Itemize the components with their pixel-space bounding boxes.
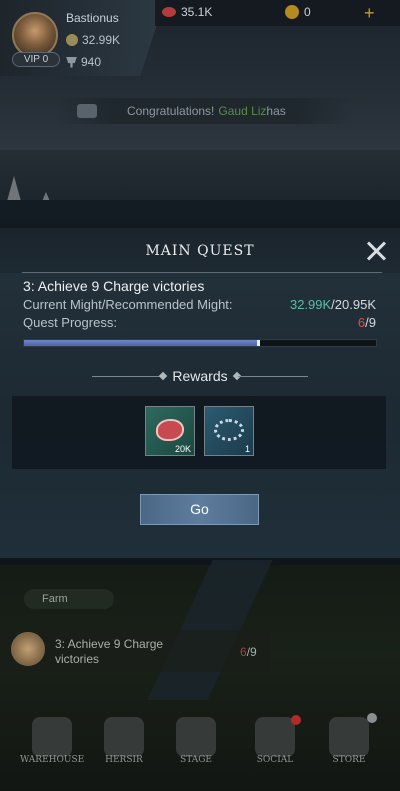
nav-hersir[interactable]: HERSIR xyxy=(92,705,156,791)
gold-value: 0 xyxy=(304,5,311,19)
might-icon xyxy=(66,34,78,46)
meat-resource[interactable]: 35.1K xyxy=(162,5,212,19)
announcement-suffix: has xyxy=(266,104,286,118)
current-might: 32.99K xyxy=(289,297,332,312)
announcement-prefix: Congratulations! xyxy=(127,104,215,118)
progress-total: /9 xyxy=(365,315,376,330)
social-horn-icon xyxy=(255,717,295,757)
quest-tracker-progress-total: /9 xyxy=(246,645,257,659)
close-icon[interactable] xyxy=(362,236,392,266)
quest-name: 3: Achieve 9 Charge victories xyxy=(23,278,205,294)
rewards-strip xyxy=(12,396,386,469)
farm-label[interactable]: Farm xyxy=(24,589,114,609)
gold-resource[interactable]: 0 xyxy=(285,5,311,19)
trophy-value: 940 xyxy=(81,55,102,69)
reward-count: 20K xyxy=(174,444,191,454)
quest-progress-bar xyxy=(23,339,377,347)
hersir-helmet-icon xyxy=(104,717,144,757)
announcement-player: Gaud Liz xyxy=(218,104,267,118)
modal-title: MAIN QUEST xyxy=(145,243,255,259)
might-display: 32.99K xyxy=(66,33,120,47)
longship-icon xyxy=(176,717,216,757)
quest-progress-fill xyxy=(24,340,260,346)
chain-icon xyxy=(214,419,244,441)
store-chest-icon xyxy=(329,717,369,757)
nav-label: HERSIR xyxy=(105,755,143,765)
meat-value: 35.1K xyxy=(181,5,213,19)
scroll-icon xyxy=(77,104,97,118)
nav-warehouse[interactable]: WAREHOUSE xyxy=(20,705,84,791)
quest-tracker-progress: 6/9 xyxy=(240,645,257,659)
warehouse-icon xyxy=(32,717,72,757)
nav-label: STORE xyxy=(332,755,366,765)
quest-tracker-avatar xyxy=(11,632,45,666)
trophy-icon xyxy=(66,56,77,68)
top-hud: VIP 0 Bastionus 32.99K 940 35.1K 0 + xyxy=(0,0,400,80)
trophy-display: 940 xyxy=(66,55,101,69)
might-comparison: 32.99K/20.95K xyxy=(290,297,376,312)
go-button[interactable]: Go xyxy=(140,494,259,525)
reward-count: 1 xyxy=(244,444,250,454)
quest-tracker-progress-current: 6 xyxy=(240,645,247,659)
notification-badge-icon xyxy=(291,715,301,725)
nav-social[interactable]: SOCIAL xyxy=(243,705,307,791)
recommended-might: /20.95K xyxy=(331,297,376,312)
ornament-line-right xyxy=(238,376,308,377)
bottom-nav: WAREHOUSE HERSIR STAGE SOCIAL STORE xyxy=(0,705,400,791)
nav-label: STAGE xyxy=(180,755,212,765)
announcement-banner: Congratulations! Gaud Liz has xyxy=(55,98,355,124)
meat-icon xyxy=(162,7,176,17)
nav-stage[interactable]: STAGE xyxy=(164,705,228,791)
reward-chain[interactable]: 1 xyxy=(204,406,254,456)
quest-tracker-text: 3: Achieve 9 Charge victories xyxy=(55,637,164,666)
add-resource-button[interactable]: + xyxy=(364,3,375,24)
coin-icon xyxy=(285,5,299,19)
nav-store[interactable]: STORE xyxy=(317,705,381,791)
player-name: Bastionus xyxy=(66,11,119,25)
nav-label: WAREHOUSE xyxy=(20,755,85,765)
might-label: Current Might/Recommended Might: xyxy=(23,297,233,312)
quest-progress-value: 6/9 xyxy=(358,315,376,330)
meat-steak-icon xyxy=(156,419,184,441)
rewards-title: Rewards xyxy=(172,368,228,384)
might-value: 32.99K xyxy=(82,33,121,47)
info-badge-icon xyxy=(367,713,377,723)
progress-label: Quest Progress: xyxy=(23,315,117,330)
vip-badge[interactable]: VIP 0 xyxy=(12,52,60,67)
nav-label: SOCIAL xyxy=(256,755,294,765)
reward-meat[interactable]: 20K xyxy=(145,406,195,456)
